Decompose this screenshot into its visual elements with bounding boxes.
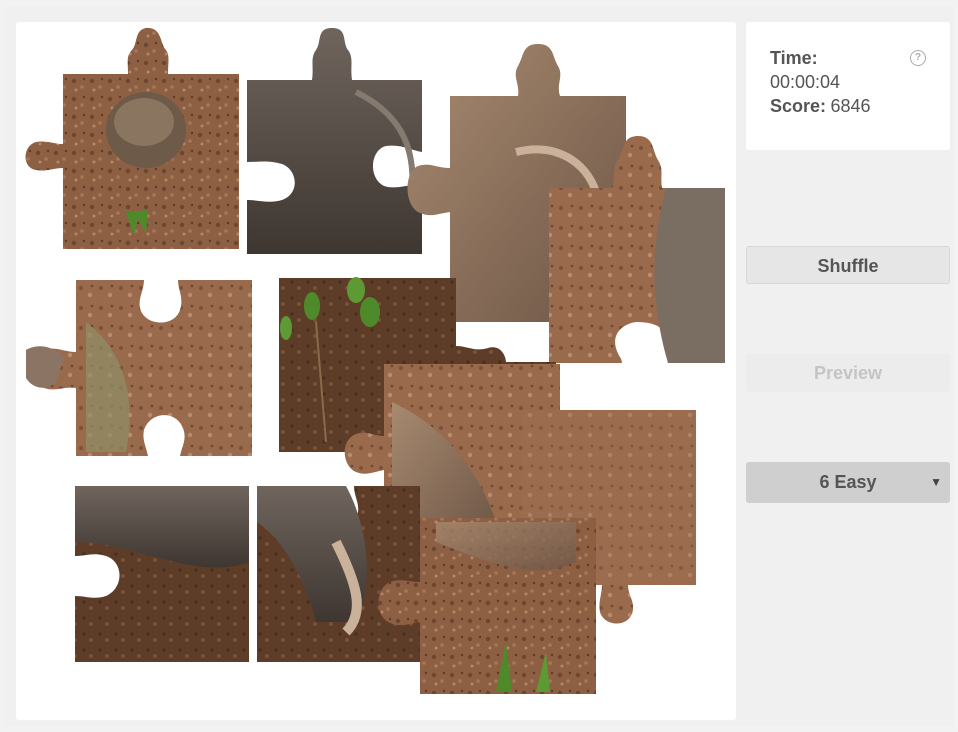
puzzle-piece[interactable]: [247, 28, 422, 254]
time-label-text: Time:: [770, 48, 818, 68]
app-frame: Time: ? 00:00:04 Score: 6846 Shuffle Pre…: [4, 6, 954, 726]
time-label: Time:: [770, 48, 818, 69]
puzzle-piece[interactable]: [25, 28, 240, 249]
puzzle-piece[interactable]: [75, 486, 420, 662]
help-icon[interactable]: ?: [910, 50, 926, 66]
difficulty-select[interactable]: 6 Easy ▼: [746, 462, 950, 503]
score-row: Score: 6846: [770, 96, 871, 117]
preview-button[interactable]: Preview: [746, 354, 950, 392]
difficulty-value: 6 Easy: [819, 472, 877, 492]
puzzle-board[interactable]: [16, 22, 736, 720]
chevron-down-icon: ▼: [930, 475, 942, 489]
puzzle-canvas[interactable]: [16, 22, 736, 720]
score-label: Score:: [770, 96, 827, 116]
stats-panel: Time: ? 00:00:04 Score: 6846: [746, 22, 950, 150]
shuffle-button[interactable]: Shuffle: [746, 246, 950, 284]
time-value: 00:00:04: [770, 72, 841, 92]
score-value: 6846: [830, 96, 871, 116]
puzzle-piece[interactable]: [26, 280, 252, 456]
